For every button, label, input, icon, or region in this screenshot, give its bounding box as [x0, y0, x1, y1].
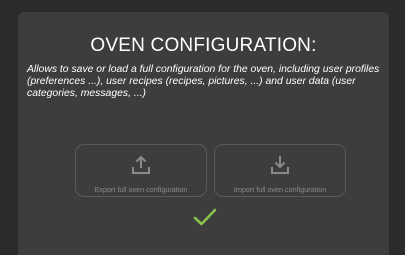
- import-configuration-label: Import full oven configuration: [233, 185, 327, 194]
- oven-configuration-panel: OVEN CONFIGURATION: Allows to save or lo…: [18, 12, 389, 255]
- screen-background: OVEN CONFIGURATION: Allows to save or lo…: [0, 0, 405, 255]
- checkmark-icon[interactable]: [193, 207, 217, 227]
- import-icon: [271, 156, 289, 174]
- panel-description: Allows to save or load a full configurat…: [27, 64, 380, 99]
- export-configuration-button[interactable]: Export full oven configuration: [75, 144, 207, 197]
- panel-title: OVEN CONFIGURATION:: [90, 35, 317, 56]
- export-configuration-label: Export full oven configuration: [94, 185, 188, 194]
- export-icon: [132, 155, 150, 174]
- import-configuration-button[interactable]: Import full oven configuration: [214, 144, 346, 197]
